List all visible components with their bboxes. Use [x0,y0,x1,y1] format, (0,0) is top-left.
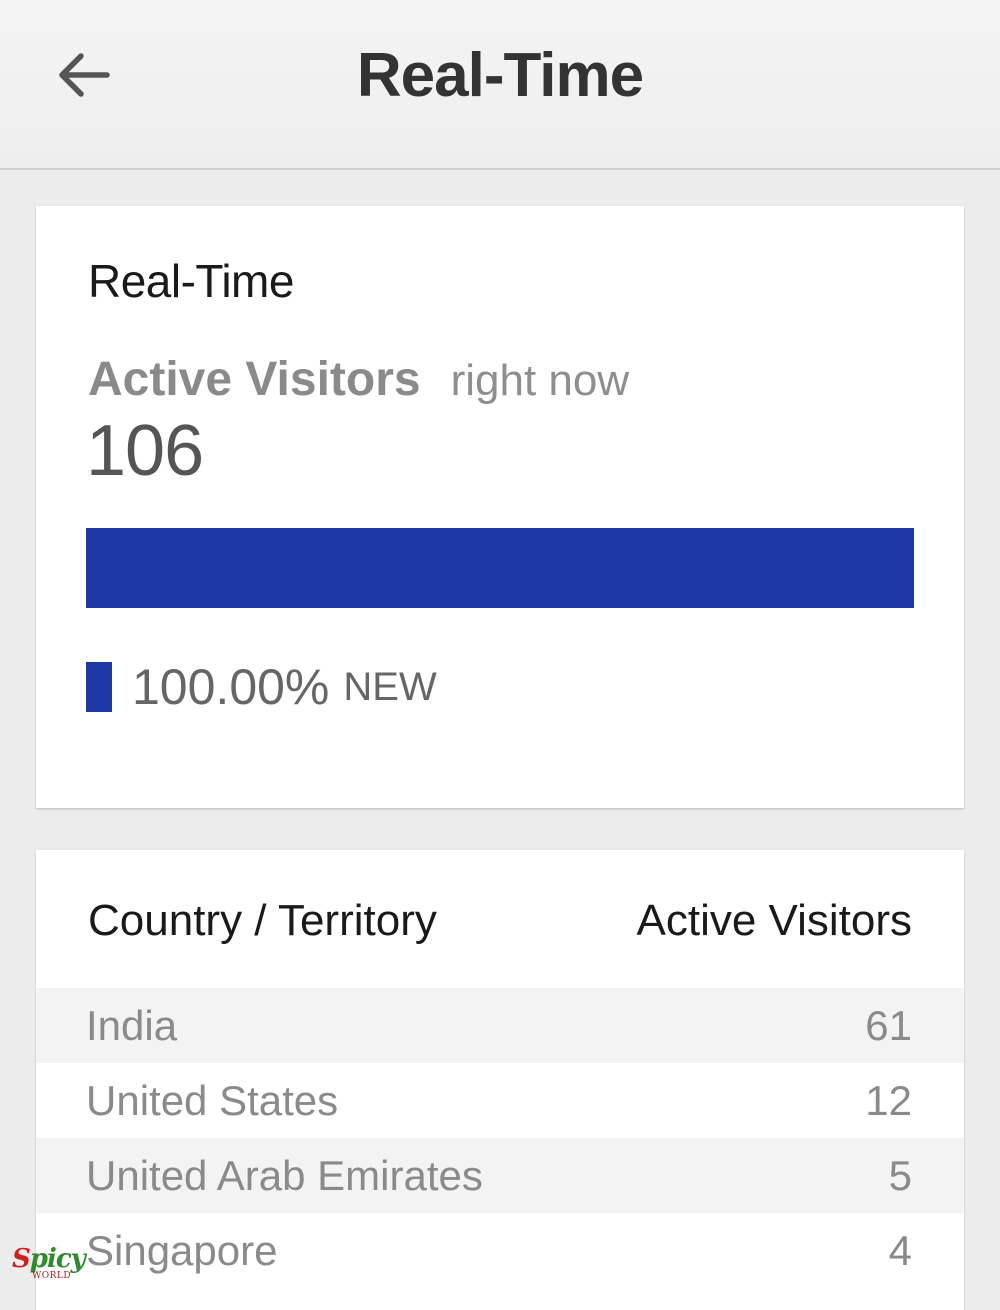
country-cell: United Arab Emirates [86,1152,483,1199]
metric-sub-label: right now [450,356,630,405]
watermark-word: Spicy [12,1244,86,1274]
column-header-country[interactable]: Country / Territory [88,896,437,946]
legend-tag: NEW [343,664,437,709]
new-visitors-bar-fill [86,528,914,608]
watermark-logo: Spicy WORLD [12,1244,88,1284]
active-visitors-count: 106 [86,411,204,491]
table-row[interactable]: United Arab Emirates 5 [36,1138,964,1213]
realtime-summary-card: Real-Time Active Visitors right now 106 1… [36,206,964,808]
new-visitors-bar [86,528,914,608]
legend-swatch [86,662,112,712]
watermark-sub: WORLD [32,1271,72,1281]
visitors-cell: 61 [865,1002,912,1049]
app-header: Real-Time [0,0,1000,170]
legend-percent: 100.00% [132,659,330,715]
metric-heading: Active Visitors right now [88,352,629,407]
bar-legend: 100.00% NEW [86,658,437,716]
table-body: India 61 United States 12 United Arab Em… [36,988,964,1288]
country-cell: Singapore [86,1227,278,1274]
country-table-card: Country / Territory Active Visitors Indi… [36,850,964,1310]
table-row[interactable]: Singapore 4 [36,1213,964,1288]
country-cell: United States [86,1077,339,1124]
page-title: Real-Time [356,41,644,110]
visitors-cell: 12 [865,1077,912,1124]
visitors-cell: 4 [888,1227,912,1274]
column-header-active-visitors[interactable]: Active Visitors [637,896,913,946]
metric-label: Active Visitors [88,353,421,406]
card-title: Real-Time [88,255,294,307]
table-row[interactable]: United States 12 [36,1063,964,1138]
table-row[interactable]: India 61 [36,988,964,1063]
visitors-cell: 5 [888,1152,912,1199]
country-cell: India [86,1002,178,1049]
table-header: Country / Territory Active Visitors [36,850,964,988]
